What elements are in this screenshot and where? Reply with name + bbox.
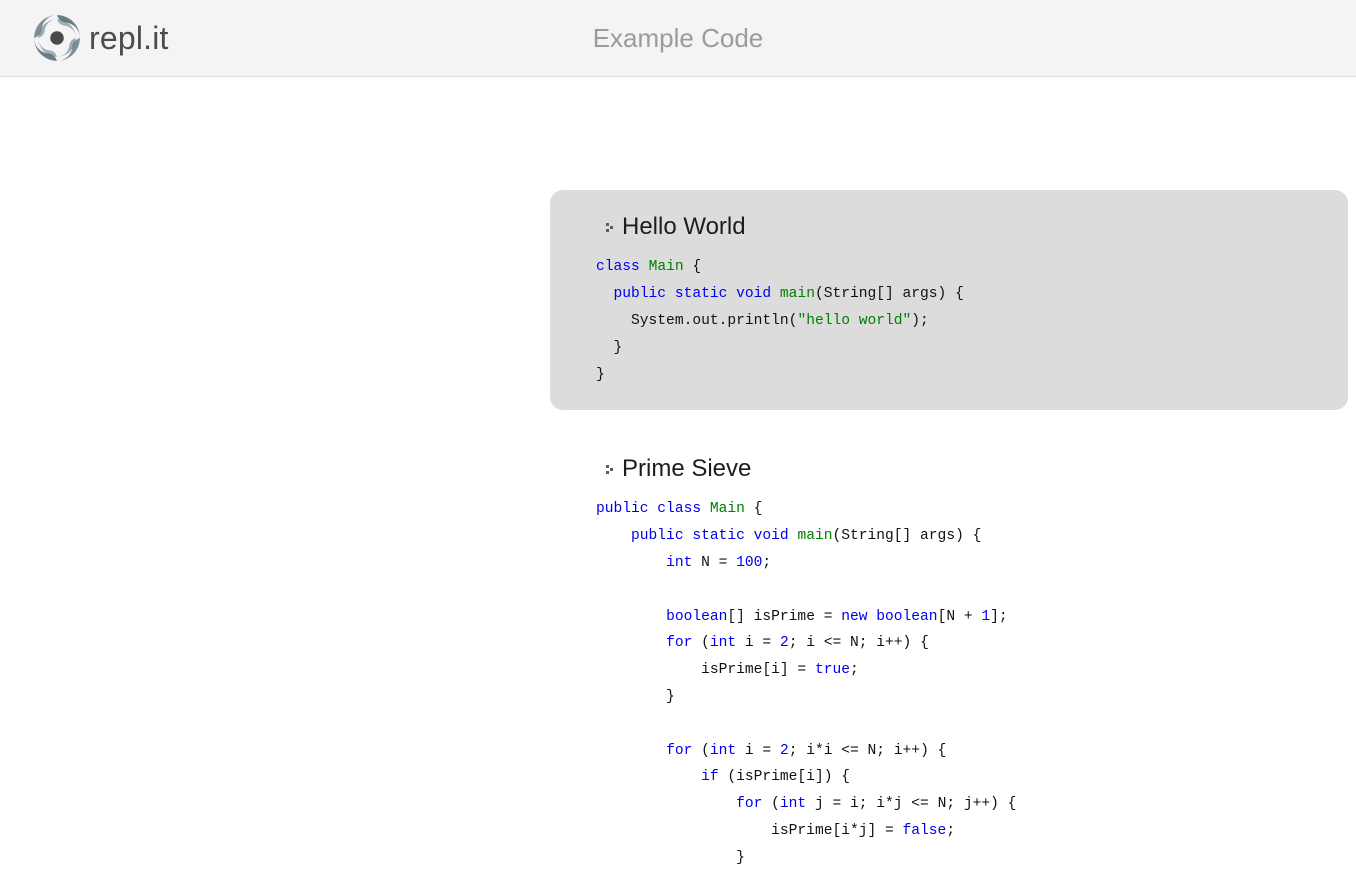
- code-token: [596, 555, 666, 571]
- code-token: (: [692, 743, 710, 759]
- code-token: (String[] args) {: [815, 286, 964, 302]
- code-token: for: [736, 796, 762, 812]
- code-token: [701, 501, 710, 517]
- page-title: Example Code: [0, 0, 1356, 76]
- code-token: 100: [736, 555, 762, 571]
- code-token: public class: [596, 501, 701, 517]
- list-marker-icon: [606, 464, 615, 475]
- section-hello-world[interactable]: Hello World class Main { public static v…: [550, 190, 1348, 410]
- code-token: 2: [780, 743, 789, 759]
- code-token: for: [666, 635, 692, 651]
- code-token: "hello world": [797, 313, 911, 329]
- section-title: Hello World: [622, 214, 746, 240]
- code-token: [596, 743, 666, 759]
- code-token: if: [701, 769, 719, 785]
- code-token: [N +: [938, 609, 982, 625]
- code-token: true: [815, 662, 850, 678]
- replit-spiral-logo-icon: [31, 12, 83, 64]
- code-token: [596, 609, 666, 625]
- code-token: i =: [736, 635, 780, 651]
- code-token: {: [684, 259, 702, 275]
- code-token: Main: [649, 259, 684, 275]
- section-prime-sieve-header: Prime Sieve: [606, 456, 1320, 482]
- code-token: [596, 635, 666, 651]
- code-token: }: [596, 367, 605, 383]
- code-token: boolean: [666, 609, 727, 625]
- brand-name: repl.it: [89, 22, 169, 54]
- code-token: [596, 286, 614, 302]
- code-token: ;: [946, 823, 955, 839]
- code-token: [596, 528, 631, 544]
- code-token: ;: [850, 662, 859, 678]
- code-token: );: [911, 313, 929, 329]
- code-token: ; i*i <= N; i++) {: [789, 743, 947, 759]
- code-token: new boolean: [841, 609, 937, 625]
- code-token: public static void: [614, 286, 772, 302]
- code-token: ];: [990, 609, 1008, 625]
- code-token: for: [666, 743, 692, 759]
- code-token: [] isPrime =: [727, 609, 841, 625]
- code-token: [596, 769, 701, 785]
- code-block-prime-sieve[interactable]: public class Main { public static void m…: [596, 496, 1320, 871]
- code-token: class: [596, 259, 640, 275]
- code-token: (: [762, 796, 780, 812]
- brand-logo-link[interactable]: repl.it: [31, 12, 169, 64]
- code-token: isPrime[i*j] =: [596, 823, 903, 839]
- code-token: 2: [780, 635, 789, 651]
- code-token: i =: [736, 743, 780, 759]
- code-token: ;: [762, 555, 771, 571]
- code-token: (isPrime[i]) {: [719, 769, 850, 785]
- code-token: (String[] args) {: [832, 528, 981, 544]
- code-token: int: [710, 635, 736, 651]
- code-token: {: [745, 501, 763, 517]
- code-token: [640, 259, 649, 275]
- code-token: }: [596, 850, 745, 866]
- code-token: int: [710, 743, 736, 759]
- code-token: main: [780, 286, 815, 302]
- code-token: N =: [692, 555, 736, 571]
- code-token: 1: [981, 609, 990, 625]
- code-token: int: [780, 796, 806, 812]
- code-token: main: [797, 528, 832, 544]
- code-token: }: [596, 689, 675, 705]
- code-token: int: [666, 555, 692, 571]
- section-hello-world-header: Hello World: [606, 214, 1320, 240]
- code-token: public static void: [631, 528, 789, 544]
- code-token: ; i <= N; i++) {: [789, 635, 929, 651]
- list-marker-icon: [606, 222, 615, 233]
- code-token: Main: [710, 501, 745, 517]
- code-token: isPrime[i] =: [596, 662, 815, 678]
- code-token: (: [692, 635, 710, 651]
- section-prime-sieve[interactable]: Prime Sieve public class Main { public s…: [550, 434, 1348, 894]
- code-token: j = i; i*j <= N; j++) {: [806, 796, 1016, 812]
- section-title: Prime Sieve: [622, 456, 751, 482]
- app-header: repl.it Example Code: [0, 0, 1356, 77]
- code-token: [596, 796, 736, 812]
- code-token: }: [596, 340, 622, 356]
- code-token: [771, 286, 780, 302]
- code-token: false: [903, 823, 947, 839]
- code-block-hello-world[interactable]: class Main { public static void main(Str…: [596, 254, 1320, 388]
- code-token: System.out.println(: [596, 313, 797, 329]
